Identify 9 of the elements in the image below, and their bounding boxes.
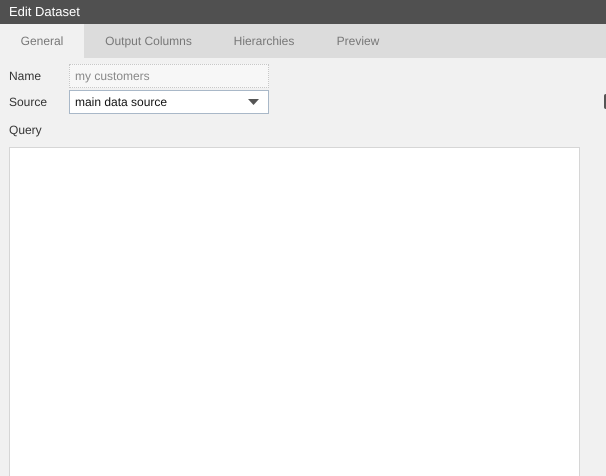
window-title: Edit Dataset [9,3,80,22]
field-label: Query [9,122,42,139]
tab[interactable]: General [0,24,84,58]
caret-icon [248,99,259,105]
source-dropdown[interactable]: main data source [69,90,269,114]
name-field[interactable]: my customers [69,64,269,88]
field-label: Name [9,68,42,85]
field-label: Source [9,94,48,111]
query-field[interactable] [9,147,580,476]
